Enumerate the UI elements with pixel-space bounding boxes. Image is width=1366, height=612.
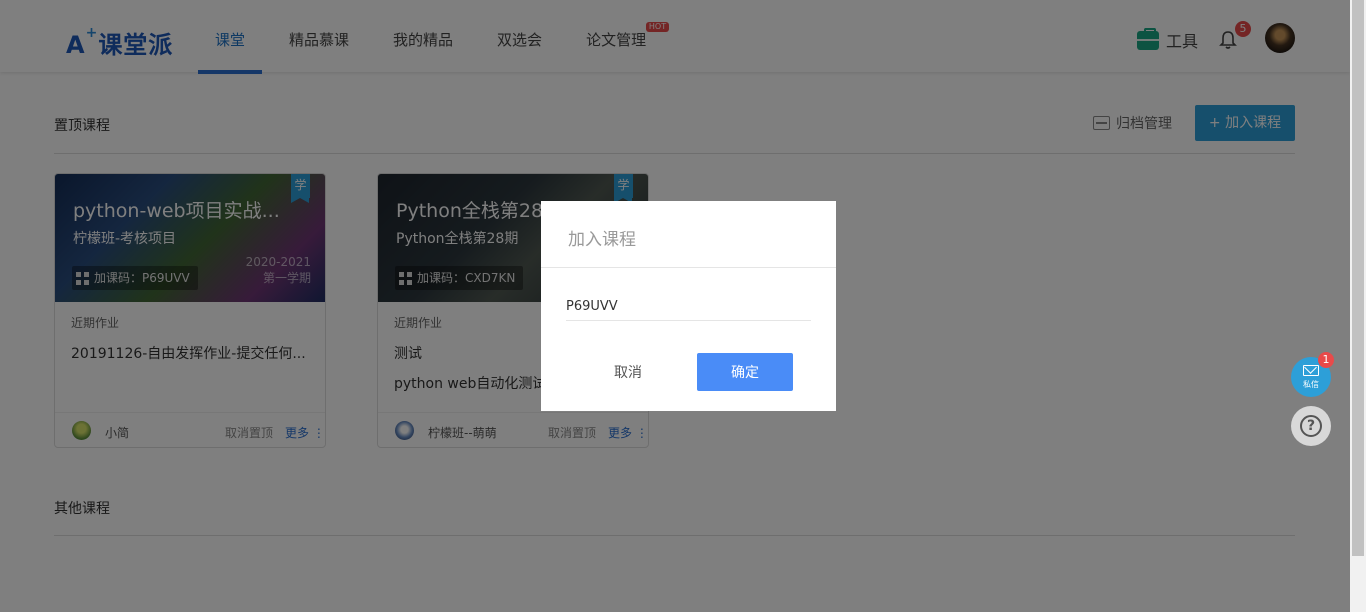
confirm-button[interactable]: 确定 bbox=[697, 353, 793, 391]
dialog-title: 加入课程 bbox=[568, 230, 636, 250]
private-message-label: 私信 bbox=[1303, 380, 1319, 389]
question-icon: ? bbox=[1300, 415, 1322, 437]
scrollbar-thumb[interactable] bbox=[1352, 0, 1364, 556]
join-course-dialog: 加入课程 取消 确定 bbox=[541, 201, 836, 411]
cancel-button[interactable]: 取消 bbox=[597, 353, 659, 391]
help-button[interactable]: ? bbox=[1291, 406, 1331, 446]
course-code-input[interactable] bbox=[566, 293, 811, 321]
mail-icon bbox=[1303, 365, 1319, 376]
scrollbar[interactable] bbox=[1350, 0, 1366, 612]
dialog-divider bbox=[541, 267, 836, 268]
message-badge: 1 bbox=[1318, 352, 1334, 368]
